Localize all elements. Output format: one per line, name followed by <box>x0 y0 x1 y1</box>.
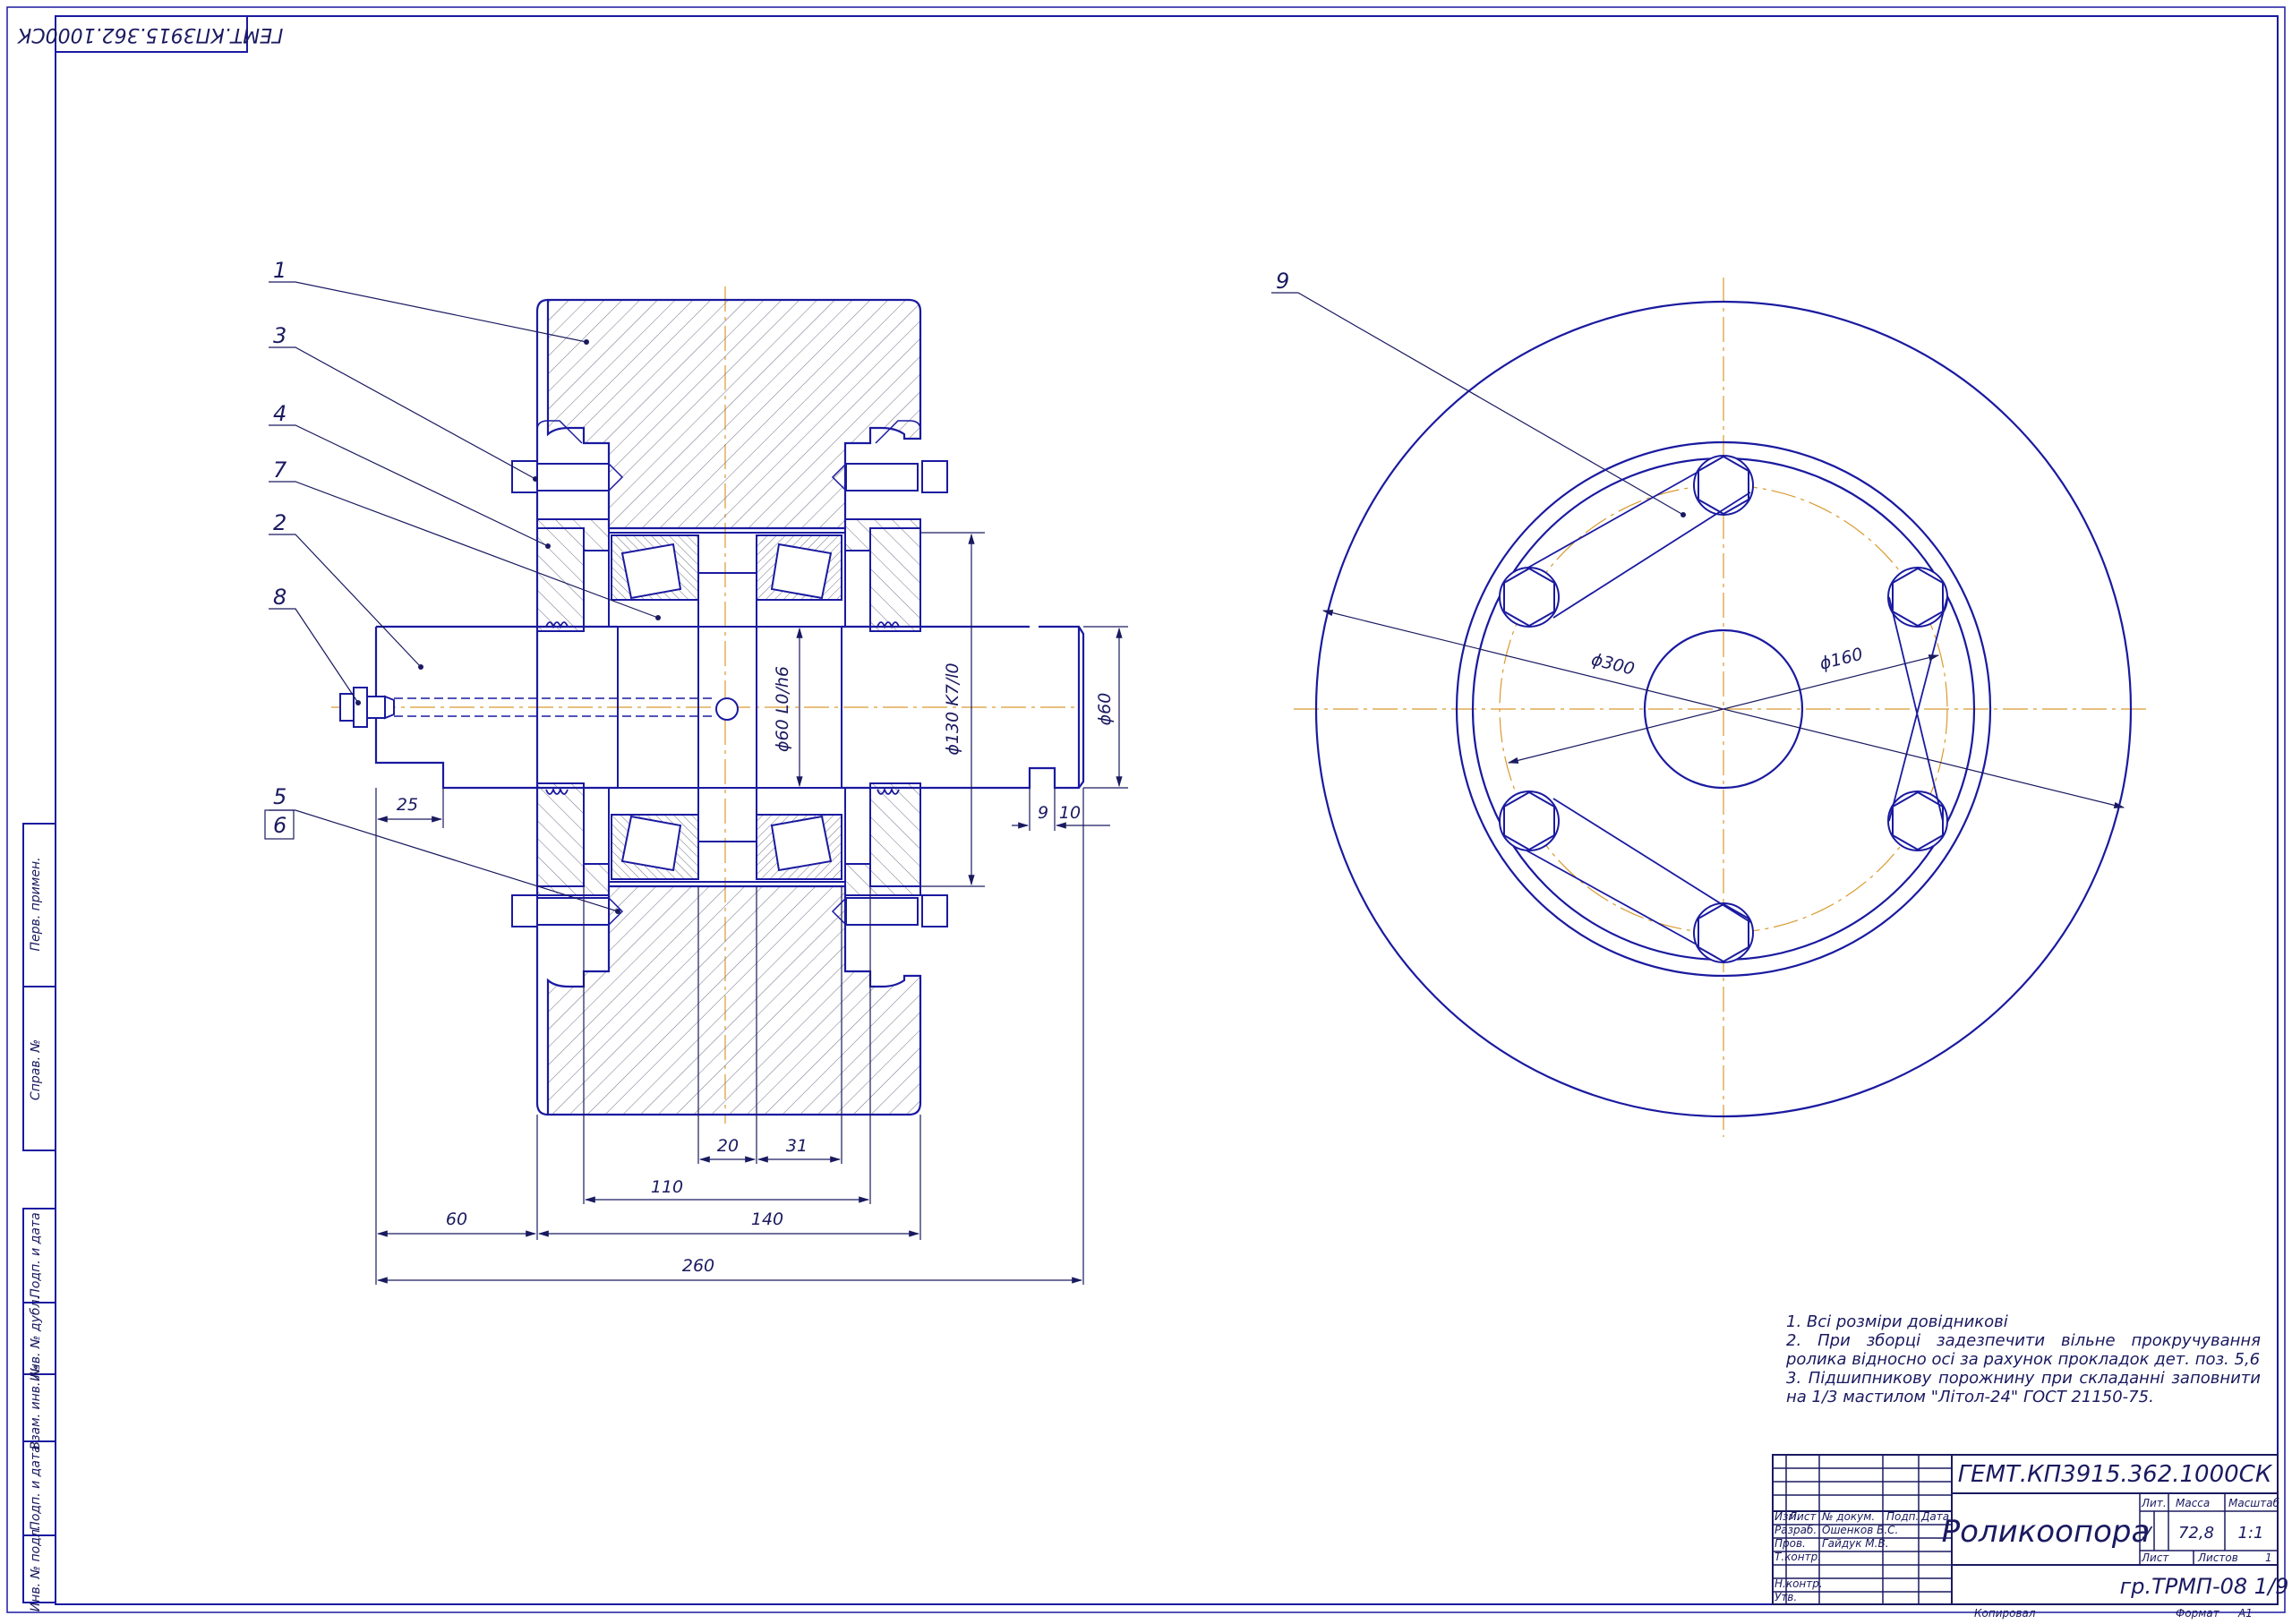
dim-31: 31 <box>786 1136 808 1156</box>
side-label-vzam: Взам. инв. № <box>29 1364 43 1449</box>
callout-5: 5 <box>273 784 286 809</box>
tb-row-prov: Пров. <box>1775 1537 1806 1550</box>
tb-mass-label: Масса <box>2176 1497 2210 1509</box>
dim-60: 60 <box>446 1209 467 1229</box>
dim-phi300: ϕ300 <box>1589 650 1637 680</box>
note-1: 1. Всі розміри довідникові <box>1786 1312 2008 1331</box>
dim-phi60-fit: ϕ60 L0/h6 <box>773 666 792 752</box>
note-2: 2. При зборці задезпечити вільне прокруч… <box>1786 1331 2261 1369</box>
title-block-main-texts: ГЕМТ.КП3915.362.1000СК Роликоопора У 72,… <box>1942 1461 2289 1599</box>
tb-sheets-value: 1 <box>2265 1551 2272 1564</box>
side-label-podl: Инв. № подл. <box>29 1526 43 1612</box>
tb-row-utv: Утв. <box>1775 1591 1797 1603</box>
grease-nipple <box>339 687 395 728</box>
tb-copied: Копировал <box>1974 1607 2036 1620</box>
callout-9: 9 <box>1276 269 1289 294</box>
tb-doc-code: ГЕМТ.КП3915.362.1000СК <box>1958 1461 2273 1488</box>
tb-group: гр.ТРМП-08 1/9 <box>2120 1574 2289 1599</box>
dim-140: 140 <box>751 1209 783 1229</box>
rotated-stamp: ГЕМТ.КП3915.362.1000СК <box>16 15 283 53</box>
dim-phi160: ϕ160 <box>1817 645 1865 674</box>
callout-7: 7 <box>273 457 287 483</box>
tb-row-tkontr: Т.контр. <box>1775 1551 1821 1563</box>
tb-format-label: Формат <box>2176 1607 2220 1620</box>
dim-9: 9 <box>1038 803 1048 823</box>
bearing-right-upper <box>756 534 842 601</box>
callout-6: 6 <box>273 813 286 838</box>
dim-10: 10 <box>1059 803 1081 823</box>
bearing-right-lower <box>756 814 842 880</box>
tb-scale-label: Масштаб <box>2228 1497 2280 1509</box>
front-view: ϕ300 ϕ160 <box>1294 278 2149 1137</box>
tb-format-value: А1 <box>2237 1607 2253 1620</box>
tb-col-list: Лист <box>1788 1510 1817 1523</box>
note-3: 3. Підшипникову порожнину при складанні … <box>1786 1369 2261 1406</box>
tb-mass-value: 72,8 <box>2178 1524 2214 1543</box>
dim-260: 260 <box>682 1256 714 1276</box>
section-view <box>331 286 1085 1124</box>
tb-sheets-label: Листов <box>2197 1551 2238 1564</box>
technical-notes: 1. Всі розміри довідникові 2. При зборці… <box>1786 1312 2261 1406</box>
bearing-left-lower <box>611 814 699 880</box>
callout-leaders <box>269 281 1684 912</box>
side-label-perv: Перв. примен. <box>29 857 43 951</box>
callout-3: 3 <box>273 323 286 348</box>
rotated-stamp-text: ГЕМТ.КП3915.362.1000СК <box>16 23 283 46</box>
side-label-sprav: Справ. № <box>29 1039 43 1100</box>
dim-20: 20 <box>717 1136 739 1156</box>
tb-col-doc: № докум. <box>1821 1510 1875 1523</box>
bearing-left-upper <box>611 534 699 601</box>
tb-lit-value: У <box>2142 1524 2153 1543</box>
dim-110: 110 <box>651 1177 683 1197</box>
tb-row-razrab: Разраб. <box>1775 1524 1817 1536</box>
callout-8: 8 <box>273 585 286 610</box>
tb-prov-name: Гайдук М.В. <box>1822 1537 1889 1550</box>
dim-phi130-fit: ϕ130 K7/l0 <box>943 662 962 755</box>
drawing-sheet: ГЕМТ.КП3915.362.1000СК Перв. примен. Спр… <box>0 0 2292 1620</box>
tb-col-sign: Подп. <box>1886 1510 1919 1523</box>
callout-4: 4 <box>273 401 286 426</box>
tb-razrab-name: Ошенков В.С. <box>1822 1524 1898 1536</box>
tb-lit-label: Лит. <box>2141 1497 2167 1509</box>
side-label-podp1: Подп. и дата <box>29 1212 43 1297</box>
tb-title: Роликоопора <box>1942 1514 2151 1550</box>
callout-2: 2 <box>273 510 286 535</box>
roller-body-upper <box>546 298 922 530</box>
dim-phi60: ϕ60 <box>1095 693 1115 726</box>
tb-scale-value: 1:1 <box>2238 1524 2264 1543</box>
tb-row-nkontr: Н.контр. <box>1775 1577 1823 1590</box>
dim-25: 25 <box>397 795 418 815</box>
callout-1: 1 <box>273 258 286 283</box>
side-label-podp2: Подп. и дата <box>29 1445 43 1530</box>
tb-sheet-label: Лист <box>2141 1551 2169 1564</box>
